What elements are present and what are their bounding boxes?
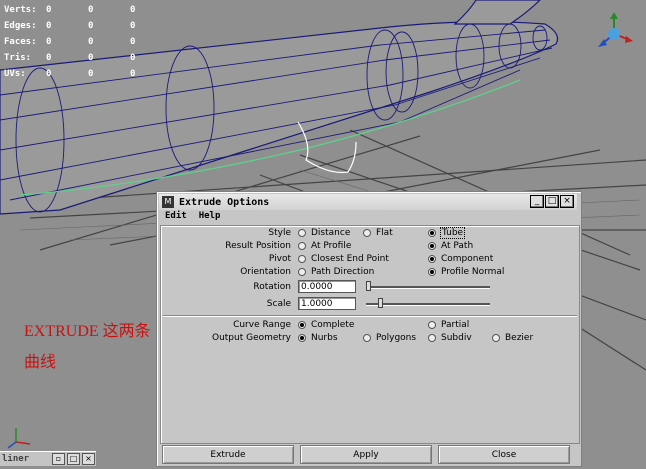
closest-end-point-radio[interactable]: Closest End Point <box>298 254 389 264</box>
poly-count-hud: Verts: 0 0 0 Edges: 0 0 0 Faces: 0 0 0 T… <box>4 2 172 82</box>
view-cube-icon[interactable] <box>594 12 634 60</box>
dialog-titlebar[interactable]: M Extrude Options _ □ × <box>159 194 577 210</box>
annotation-note: EXTRUDE 这两条 曲线 <box>24 316 151 378</box>
close-button[interactable]: Close <box>438 445 570 464</box>
separator <box>163 315 577 317</box>
partial-radio[interactable]: Partial <box>428 320 469 330</box>
maximize-button[interactable]: □ <box>545 195 559 208</box>
orientation-label: Orientation <box>240 266 291 277</box>
minimize-button[interactable]: _ <box>530 195 544 208</box>
hud-row-faces: Faces: 0 0 0 <box>4 37 136 47</box>
style-flat-radio[interactable]: Flat <box>363 228 393 238</box>
scale-label: Scale <box>266 298 291 309</box>
extrude-button[interactable]: Extrude <box>162 445 294 464</box>
maya-logo-icon: M <box>162 196 174 208</box>
rotation-label: Rotation <box>253 281 291 292</box>
outliner-window[interactable]: liner ▫ □ × <box>0 451 96 466</box>
rotation-slider-thumb[interactable] <box>366 281 371 291</box>
hud-row-edges: Edges: 0 0 0 <box>4 21 136 31</box>
outliner-close-button[interactable]: × <box>82 453 95 465</box>
outliner-restore-button[interactable]: ▫ <box>52 453 65 465</box>
rotation-field[interactable]: 0.0000 <box>298 280 356 293</box>
scale-slider-thumb[interactable] <box>377 298 383 308</box>
hud-row-verts: Verts: 0 0 0 <box>4 5 136 15</box>
profile-normal-radio[interactable]: Profile Normal <box>428 267 504 277</box>
options-panel: Style Distance Flat Tube Result Position… <box>160 225 580 444</box>
complete-radio[interactable]: Complete <box>298 320 354 330</box>
subdiv-radio[interactable]: Subdiv <box>428 333 472 343</box>
close-icon[interactable]: × <box>560 195 574 208</box>
radio-selected-icon <box>298 333 306 342</box>
rotation-slider-track[interactable] <box>366 286 490 289</box>
radio-icon <box>428 333 436 342</box>
apply-button[interactable]: Apply <box>300 445 432 464</box>
hud-row-uvs: UVs: 0 0 0 <box>4 69 136 79</box>
dialog-button-bar: Extrude Apply Close <box>160 445 578 465</box>
radio-icon <box>298 228 306 237</box>
radio-icon <box>298 267 306 276</box>
menu-edit[interactable]: Edit <box>165 211 187 224</box>
radio-icon <box>298 254 306 263</box>
menu-help[interactable]: Help <box>199 211 221 224</box>
result-position-label: Result Position <box>225 240 291 251</box>
path-direction-radio[interactable]: Path Direction <box>298 267 374 277</box>
radio-selected-icon <box>428 254 436 263</box>
radio-selected-icon <box>428 228 436 237</box>
polygons-radio[interactable]: Polygons <box>363 333 416 343</box>
radio-selected-icon <box>428 267 436 276</box>
curve-range-label: Curve Range <box>233 319 291 330</box>
style-label: Style <box>268 227 291 238</box>
radio-icon <box>363 228 371 237</box>
bezier-radio[interactable]: Bezier <box>492 333 533 343</box>
pivot-label: Pivot <box>268 253 291 264</box>
radio-selected-icon <box>428 241 436 250</box>
dialog-title: Extrude Options <box>179 196 270 208</box>
nurbs-radio[interactable]: Nurbs <box>298 333 338 343</box>
output-geometry-label: Output Geometry <box>211 332 291 343</box>
axis-indicator-icon <box>6 424 36 454</box>
component-radio[interactable]: Component <box>428 254 493 264</box>
outliner-title: liner <box>2 454 30 464</box>
radio-selected-icon <box>298 320 306 329</box>
at-profile-radio[interactable]: At Profile <box>298 241 351 251</box>
radio-icon <box>428 320 436 329</box>
style-distance-radio[interactable]: Distance <box>298 228 350 238</box>
radio-icon <box>492 333 500 342</box>
hud-row-tris: Tris: 0 0 0 <box>4 53 136 63</box>
outliner-maximize-button[interactable]: □ <box>67 453 80 465</box>
scale-field[interactable]: 1.0000 <box>298 297 356 310</box>
annotation-line-1: EXTRUDE 这两条 <box>24 323 151 340</box>
annotation-line-2: 曲线 <box>24 354 57 371</box>
scale-slider-track[interactable] <box>366 303 490 306</box>
extrude-options-dialog: M Extrude Options _ □ × Edit Help Style … <box>156 191 582 467</box>
dialog-menubar: Edit Help <box>159 211 577 224</box>
radio-icon <box>298 241 306 250</box>
style-tube-radio[interactable]: Tube <box>428 226 466 239</box>
at-path-radio[interactable]: At Path <box>428 241 473 251</box>
radio-icon <box>363 333 371 342</box>
